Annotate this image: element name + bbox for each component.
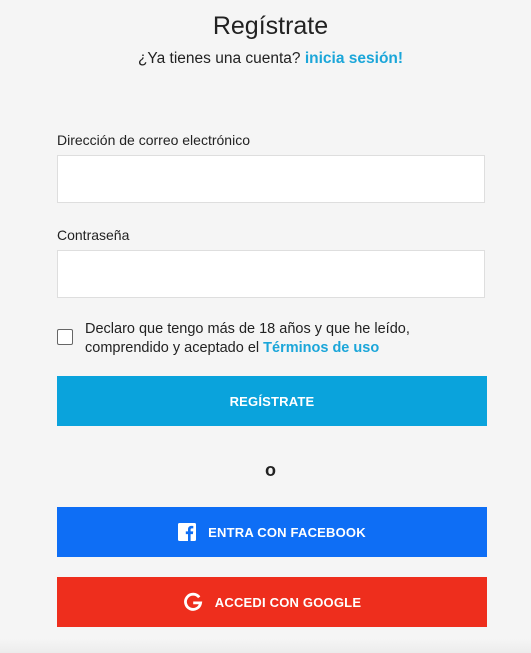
terms-checkbox[interactable] [57,329,73,345]
bottom-edge [0,639,531,653]
google-button-label: ACCEDI CON GOOGLE [214,594,362,610]
email-field[interactable] [57,155,485,203]
google-login-button[interactable]: ACCEDI CON GOOGLE [57,577,487,627]
or-divider: o [265,460,276,480]
facebook-icon [178,523,197,541]
facebook-login-button[interactable]: ENTRA CON FACEBOOK [57,507,487,557]
facebook-button-label: ENTRA CON FACEBOOK [208,524,366,540]
email-label: Dirección de correo electrónico [57,132,250,148]
password-field[interactable] [57,250,485,298]
google-icon [183,592,203,612]
terms-link[interactable]: Términos de uso [263,340,379,356]
have-account-text: ¿Ya tienes una cuenta? [137,50,301,67]
register-button[interactable]: REGÍSTRATE [57,376,487,426]
terms-text-block: Declaro que tengo más de 18 años y que h… [85,320,495,358]
password-label: Contraseña [57,227,130,243]
page-title: Regístrate [212,12,329,40]
login-prompt: ¿Ya tienes una cuenta? inicia sesión! [0,50,531,68]
login-link[interactable]: inicia sesión! [305,50,403,67]
